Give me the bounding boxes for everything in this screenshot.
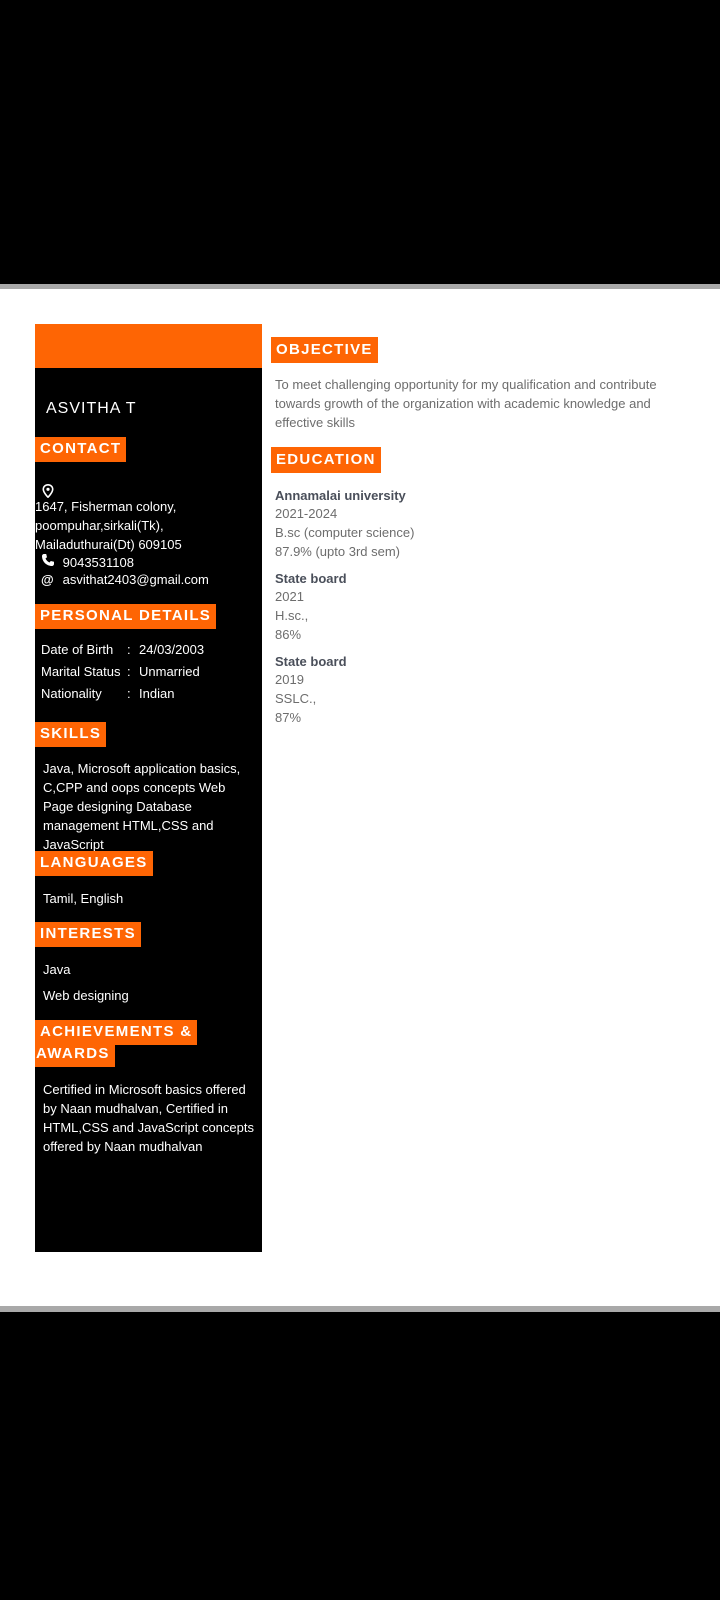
resume-sidebar: ASVITHA T CONTACT 1647, Fisherman colony… [35, 324, 262, 1252]
marital-label: Marital Status [41, 664, 121, 679]
sidebar-accent-bar [35, 324, 262, 368]
education-score: 86% [275, 627, 302, 642]
skills-text: Java, Microsoft application basics, C,CP… [43, 761, 241, 852]
personal-row-nationality: Nationality: Indian [41, 686, 174, 701]
marital-value: Unmarried [139, 664, 200, 679]
objective-heading: OBJECTIVE [271, 337, 378, 363]
contact-email-row: @ asvithat2403@gmail.com [41, 572, 209, 587]
education-years: 2021-2024 [275, 506, 338, 521]
education-course: H.sc., [275, 608, 309, 623]
education-institution: State board [275, 654, 347, 669]
personal-row-marital: Marital Status: Unmarried [41, 664, 200, 679]
languages-text: Tamil, English [43, 891, 124, 906]
dob-label: Date of Birth [41, 642, 114, 657]
skills-heading: SKILLS [35, 722, 107, 747]
education-institution: Annamalai university [275, 488, 406, 503]
contact-phone[interactable]: 9043531108 [63, 555, 134, 570]
dob-separator: : [127, 642, 131, 657]
education-score: 87.9% (upto 3rd sem) [275, 544, 401, 559]
contact-heading: CONTACT [35, 437, 127, 462]
nationality-value: Indian [139, 686, 175, 701]
candidate-name: ASVITHA T [46, 400, 137, 417]
education-years: 2021 [275, 589, 304, 604]
languages-heading: LANGUAGES [35, 851, 153, 876]
achievements-text: Certified in Microsoft basics offered by… [43, 1082, 254, 1154]
objective-text: To meet challenging opportunity for my q… [275, 377, 657, 430]
education-course: SSLC., [275, 691, 317, 706]
education-score: 87% [275, 710, 302, 725]
contact-phone-row: 9043531108 [41, 553, 134, 570]
nationality-separator: : [127, 686, 131, 701]
contact-email[interactable]: asvithat2403@gmail.com [63, 572, 209, 587]
at-sign-icon: @ [41, 572, 54, 587]
education-heading: EDUCATION [271, 447, 381, 473]
contact-address: 1647, Fisherman colony, poompuhar,sirkal… [35, 499, 182, 552]
phone-icon [41, 553, 59, 570]
interest-item: Web designing [43, 988, 129, 1003]
interest-item: Java [43, 962, 71, 977]
education-years: 2019 [275, 672, 304, 687]
interests-heading: INTERESTS [35, 922, 141, 947]
resume-page: ASVITHA T CONTACT 1647, Fisherman colony… [0, 289, 720, 1306]
bottom-divider [0, 1306, 720, 1312]
nationality-label: Nationality [41, 686, 102, 701]
education-institution: State board [275, 571, 347, 586]
marital-separator: : [127, 664, 131, 679]
dob-value: 24/03/2003 [139, 642, 205, 657]
personal-row-dob: Date of Birth:24/03/2003 [41, 642, 204, 657]
education-course: B.sc (computer science) [275, 525, 415, 540]
personal-details-heading: PERSONAL DETAILS [35, 604, 217, 629]
achievements-heading-cont: AWARDS [35, 1042, 115, 1067]
